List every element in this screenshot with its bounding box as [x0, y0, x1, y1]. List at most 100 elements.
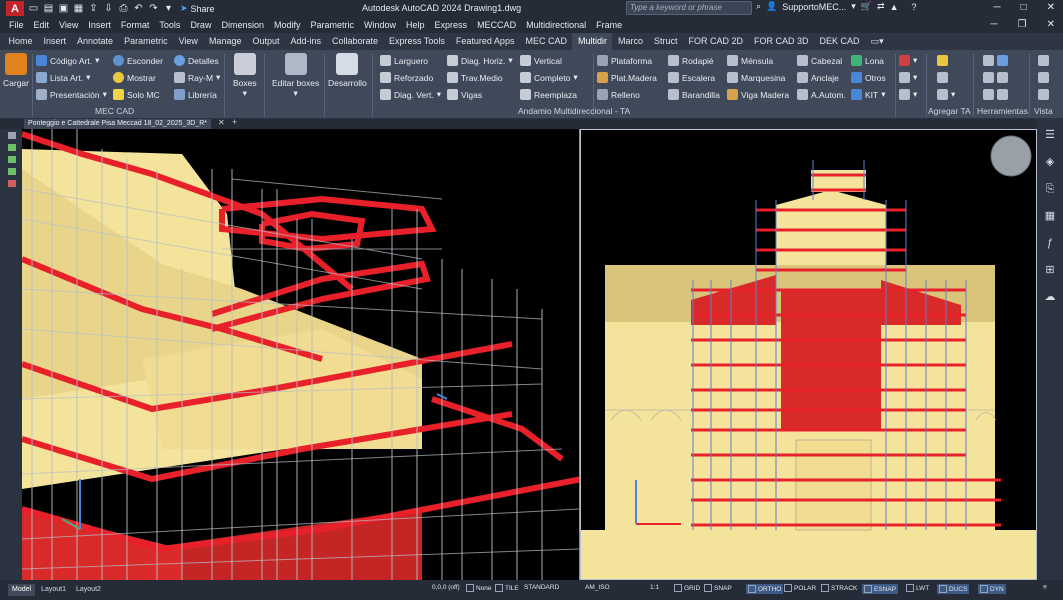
- vista-tool-3[interactable]: [1038, 89, 1049, 100]
- print-icon[interactable]: ⎙: [118, 3, 129, 14]
- save-as-icon[interactable]: ▦: [73, 3, 84, 14]
- diag-horiz-button[interactable]: Diag. Horiz. ▾: [447, 55, 513, 66]
- layers-icon[interactable]: ◈: [1044, 156, 1056, 168]
- status-menu-icon[interactable]: ≡: [1043, 584, 1047, 591]
- menu-item-edit[interactable]: Edit: [29, 20, 55, 30]
- tab-output[interactable]: Output: [247, 33, 285, 50]
- close-icon[interactable]: ✕: [1047, 2, 1055, 13]
- cart-icon[interactable]: 🛒: [861, 1, 872, 12]
- tab-layout1[interactable]: Layout1: [37, 584, 70, 596]
- lista-art-button[interactable]: Lista Art. ▾: [36, 72, 90, 83]
- agregar-ta-tool-1[interactable]: [937, 55, 948, 66]
- share-button[interactable]: ➤ Share: [180, 3, 215, 14]
- tab-manage[interactable]: Manage: [203, 33, 247, 50]
- tab-parametric[interactable]: Parametric: [119, 33, 174, 50]
- status-ducs[interactable]: DUCS: [937, 584, 970, 594]
- app-logo[interactable]: A: [6, 1, 24, 16]
- viewport-3d[interactable]: [22, 129, 579, 580]
- doc-minimize-icon[interactable]: ─: [991, 19, 998, 30]
- status-am-iso[interactable]: AM_ISO: [585, 584, 610, 591]
- status-lwt[interactable]: LWT: [906, 584, 929, 592]
- tab-insert[interactable]: Insert: [38, 33, 72, 50]
- warning-icon[interactable]: ▲: [890, 2, 899, 12]
- navigation-wheel[interactable]: [990, 135, 1032, 177]
- save-icon[interactable]: ▣: [58, 3, 69, 14]
- relleno-button[interactable]: Relleno: [597, 89, 640, 100]
- otros-button[interactable]: Otros: [851, 72, 886, 83]
- tab-express-tools[interactable]: Express Tools: [384, 33, 451, 50]
- qat-menu-icon[interactable]: ▾: [163, 3, 174, 14]
- status-snap[interactable]: SNAP: [704, 584, 732, 592]
- menu-item-format[interactable]: Format: [116, 20, 155, 30]
- undo-icon[interactable]: ↶: [133, 3, 144, 14]
- layer-tool-4-icon[interactable]: [8, 180, 16, 187]
- account-menu[interactable]: SupportoMEC...: [782, 2, 846, 12]
- minimize-icon[interactable]: ─: [993, 2, 1000, 13]
- menu-item-express[interactable]: Express: [430, 20, 473, 30]
- tab-view[interactable]: View: [173, 33, 203, 50]
- menu-item-window[interactable]: Window: [359, 20, 401, 30]
- tab-layout2[interactable]: Layout2: [72, 584, 105, 596]
- doc-restore-icon[interactable]: ❐: [1018, 19, 1027, 30]
- tab-model[interactable]: Model: [8, 584, 36, 596]
- function-icon[interactable]: ƒ: [1044, 237, 1056, 249]
- tab-featured-apps[interactable]: Featured Apps: [450, 33, 520, 50]
- status-tile[interactable]: TILE: [495, 584, 519, 592]
- status-polar[interactable]: POLAR: [784, 584, 816, 592]
- menu-item-tools[interactable]: Tools: [154, 20, 185, 30]
- account-dropdown-icon[interactable]: ▾: [851, 1, 856, 12]
- file-tab-close-icon[interactable]: ✕: [218, 118, 225, 127]
- plataforma-button[interactable]: Plataforma: [597, 55, 652, 66]
- status-scale[interactable]: 1:1: [650, 584, 659, 591]
- maximize-icon[interactable]: □: [1021, 2, 1027, 13]
- status-none[interactable]: None: [466, 584, 492, 592]
- attach-icon[interactable]: ⎘: [1044, 183, 1056, 195]
- help-icon[interactable]: ?: [912, 2, 917, 12]
- menu-item-dimension[interactable]: Dimension: [216, 20, 269, 30]
- status-standard[interactable]: STANDARD: [524, 584, 559, 591]
- download-icon[interactable]: ⇩: [103, 3, 114, 14]
- new-file-icon[interactable]: ▭: [28, 3, 39, 14]
- doc-close-icon[interactable]: ✕: [1047, 19, 1055, 30]
- menu-item-file[interactable]: File: [4, 20, 29, 30]
- escalera-button[interactable]: Escalera: [668, 72, 715, 83]
- status-strack[interactable]: STRACK: [821, 584, 857, 592]
- cabezal-button[interactable]: Cabezal: [797, 55, 842, 66]
- boxes-button[interactable]: Boxes ▾: [233, 53, 257, 99]
- completo-button[interactable]: Completo ▾: [520, 72, 578, 83]
- ray-m-button[interactable]: Ray-M ▾: [174, 72, 220, 83]
- menu-item-help[interactable]: Help: [401, 20, 430, 30]
- codigo-art-button[interactable]: Código Art. ▾: [36, 55, 99, 66]
- status-grid[interactable]: GRID: [674, 584, 700, 592]
- a-autom-button[interactable]: A.Autom.: [797, 89, 846, 100]
- status-dyn[interactable]: DYN: [978, 584, 1006, 594]
- share-view-icon[interactable]: ⇄: [877, 1, 885, 12]
- menu-item-frame[interactable]: Frame: [591, 20, 627, 30]
- redo-icon[interactable]: ↷: [148, 3, 159, 14]
- vista-tool-2[interactable]: [1038, 72, 1049, 83]
- tool-grid-button[interactable]: ▾: [899, 72, 917, 83]
- rodapie-button[interactable]: Rodapié: [668, 55, 714, 66]
- vista-tool-1[interactable]: [1038, 55, 1049, 66]
- trav-medio-button[interactable]: Trav.Medio: [447, 72, 503, 83]
- editar-boxes-button[interactable]: Editar boxes ▾: [272, 53, 319, 99]
- agregar-ta-tool-3[interactable]: ▾: [937, 89, 955, 100]
- tab-mec-cad[interactable]: MEC CAD: [520, 33, 573, 50]
- vertical-button[interactable]: Vertical: [520, 55, 562, 66]
- menu-item-multidirectional[interactable]: Multidirectional: [521, 20, 591, 30]
- larguero-button[interactable]: Larguero: [380, 55, 428, 66]
- menu-item-parametric[interactable]: Parametric: [306, 20, 360, 30]
- agregar-ta-tool-2[interactable]: [937, 72, 948, 83]
- marquesina-button[interactable]: Marquesina: [727, 72, 785, 83]
- new-tab-icon[interactable]: +: [232, 117, 237, 127]
- tab-add-ins[interactable]: Add-ins: [285, 33, 327, 50]
- herramientas-tool-2[interactable]: [983, 72, 1008, 83]
- kit-button[interactable]: KIT ▾: [851, 89, 886, 100]
- viewport-elevation[interactable]: [580, 129, 1037, 580]
- menu-item-draw[interactable]: Draw: [185, 20, 216, 30]
- open-icon[interactable]: ▤: [43, 3, 54, 14]
- cloud-icon[interactable]: ☁: [1044, 291, 1056, 303]
- coordinates-readout[interactable]: 0,0,0 (off): [432, 584, 460, 591]
- menu-item-view[interactable]: View: [54, 20, 83, 30]
- mostrar-button[interactable]: Mostrar: [113, 72, 156, 83]
